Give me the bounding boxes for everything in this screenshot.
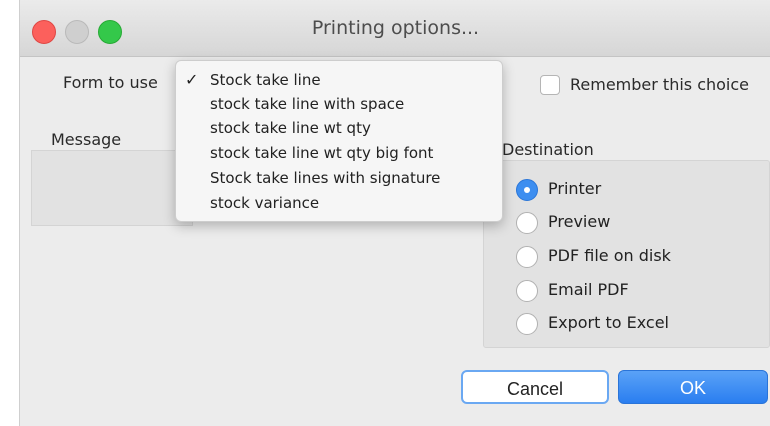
radio-printer[interactable] [516, 179, 538, 201]
radio-label-excel: Export to Excel [548, 313, 669, 332]
radio-label-email: Email PDF [548, 280, 629, 299]
menu-item-stock-variance[interactable]: stock variance [176, 194, 502, 216]
menu-item-label: stock take line wt qty [210, 119, 371, 137]
menu-item-stock-take-line-with-space[interactable]: stock take line with space [176, 95, 502, 117]
form-to-use-label: Form to use [63, 73, 158, 92]
message-area[interactable] [31, 150, 193, 226]
checkmark-icon: ✓ [185, 70, 199, 89]
radio-label-preview: Preview [548, 212, 611, 231]
window-title: Printing options... [311, 17, 480, 39]
menu-item-stock-take-line-wt-qty[interactable]: stock take line wt qty [176, 119, 502, 141]
radio-excel[interactable] [516, 313, 538, 335]
radio-preview[interactable] [516, 212, 538, 234]
cancel-button[interactable]: Cancel [461, 370, 609, 404]
menu-item-stock-take-line[interactable]: ✓ Stock take line [176, 70, 502, 93]
menu-item-label: stock take line wt qty big font [210, 144, 434, 162]
radio-label-pdf: PDF file on disk [548, 246, 671, 265]
form-dropdown-menu: ✓ Stock take line stock take line with s… [175, 60, 503, 222]
radio-label-printer: Printer [548, 179, 602, 198]
menu-item-label: Stock take lines with signature [210, 169, 441, 187]
menu-item-label: stock variance [210, 194, 320, 212]
destination-group: Printer Preview PDF file on disk Email P… [483, 160, 770, 348]
radio-pdf[interactable] [516, 246, 538, 268]
title-bar: Printing options... [20, 0, 770, 57]
menu-item-stock-take-line-wt-qty-big-font[interactable]: stock take line wt qty big font [176, 144, 502, 166]
ok-button[interactable]: OK [618, 370, 768, 404]
menu-item-stock-take-lines-with-signature[interactable]: Stock take lines with signature [176, 169, 502, 191]
remember-choice-label[interactable]: Remember this choice [570, 75, 749, 94]
radio-email[interactable] [516, 280, 538, 302]
menu-item-label: Stock take line [210, 71, 321, 89]
menu-item-label: stock take line with space [210, 95, 405, 113]
destination-label: Destination [502, 140, 594, 159]
printing-options-window: Printing options... Form to use Remember… [19, 0, 770, 426]
message-label: Message [51, 130, 122, 149]
remember-choice-checkbox[interactable] [540, 75, 560, 95]
